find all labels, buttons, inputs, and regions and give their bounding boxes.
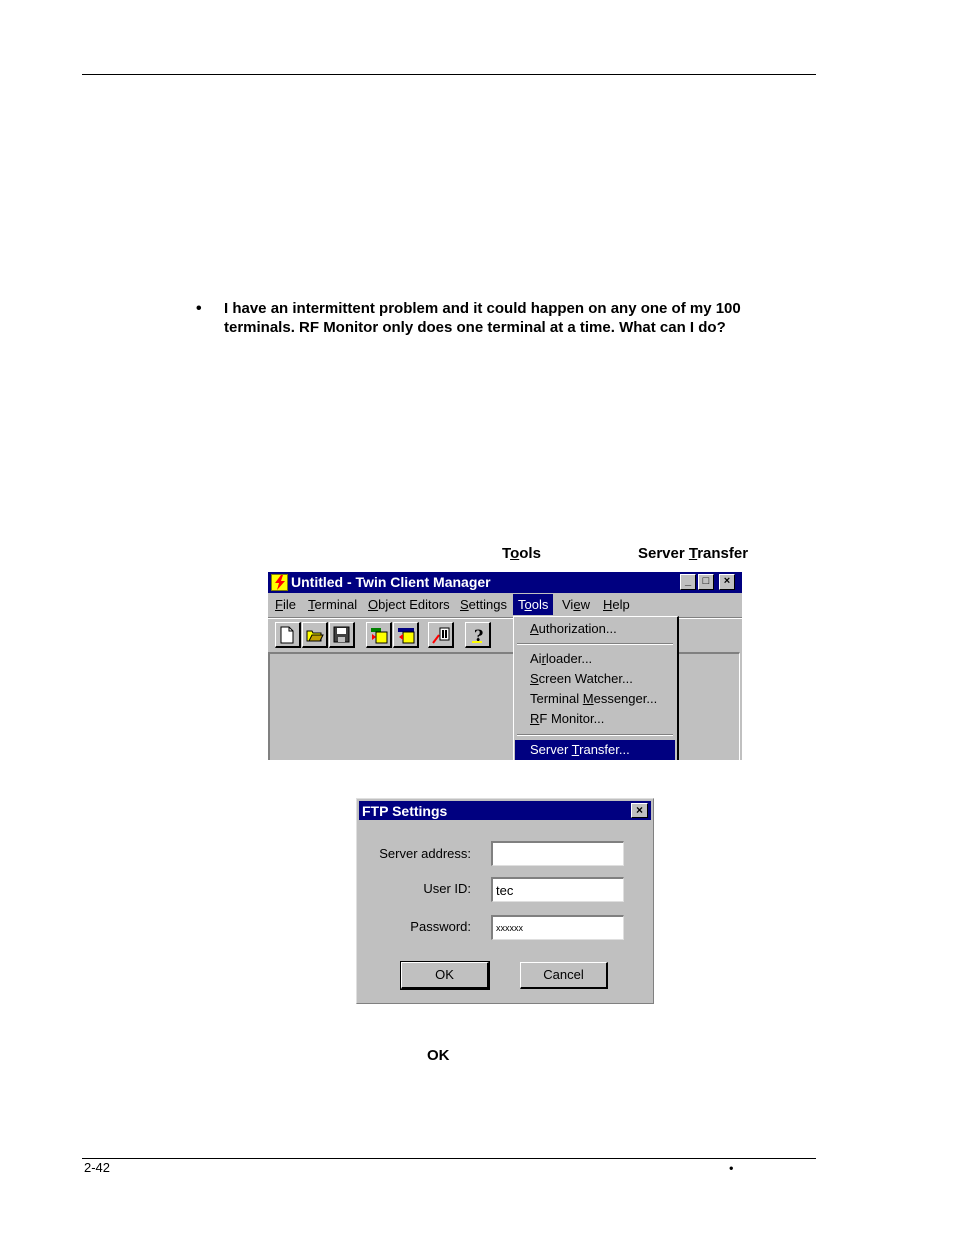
menu-separator bbox=[517, 643, 673, 645]
menu-file[interactable]: File bbox=[275, 597, 296, 612]
menu-item-terminal-messenger[interactable]: Terminal Messenger... bbox=[515, 689, 675, 709]
maximize-icon: □ bbox=[702, 575, 710, 587]
open-folder-icon bbox=[306, 630, 324, 642]
dialog-titlebar: FTP Settings × bbox=[359, 801, 651, 820]
menu-help[interactable]: Help bbox=[603, 597, 630, 612]
ok-label: OK bbox=[427, 1047, 450, 1064]
cancel-button[interactable]: Cancel bbox=[520, 962, 608, 989]
maximize-button[interactable]: □ bbox=[698, 574, 714, 590]
password-input[interactable] bbox=[491, 915, 624, 940]
page-number: 2-42 bbox=[84, 1160, 111, 1175]
ftp-settings-dialog: FTP Settings × Server address: User ID: … bbox=[356, 798, 654, 1004]
dialog-close-button[interactable]: × bbox=[631, 803, 648, 818]
tools-label: Tools bbox=[502, 545, 541, 562]
user-id-label: User ID: bbox=[423, 881, 471, 896]
menu-item-server-transfer[interactable]: Server Transfer... bbox=[515, 740, 675, 760]
close-button[interactable]: × bbox=[719, 574, 735, 590]
help-question-icon: ? bbox=[472, 626, 483, 644]
menu-terminal[interactable]: Terminal bbox=[308, 597, 357, 612]
new-file-icon bbox=[280, 626, 294, 644]
menu-separator bbox=[517, 734, 673, 736]
close-icon: × bbox=[723, 575, 731, 587]
bullet-question: I have an intermittent problem and it co… bbox=[224, 300, 741, 336]
server-address-input[interactable] bbox=[491, 841, 624, 866]
minimize-button[interactable]: _ bbox=[680, 574, 696, 590]
receive-terminal-button[interactable] bbox=[393, 622, 419, 648]
save-disk-icon bbox=[333, 626, 350, 643]
menu-item-airloader[interactable]: Airloader... bbox=[515, 649, 675, 669]
send-terminal-button[interactable] bbox=[366, 622, 392, 648]
footer-mark: • bbox=[729, 1161, 734, 1175]
barcode-pen-icon bbox=[432, 627, 450, 644]
help-button[interactable]: ? bbox=[465, 622, 491, 648]
server-address-label: Server address: bbox=[379, 846, 471, 861]
close-icon: × bbox=[635, 803, 643, 817]
menu-bar: File Terminal Object Editors Settings To… bbox=[268, 594, 742, 616]
window-title: Untitled - Twin Client Manager bbox=[291, 574, 491, 590]
save-button[interactable] bbox=[329, 622, 355, 648]
ok-button[interactable]: OK bbox=[400, 961, 490, 990]
object-editor-button[interactable] bbox=[428, 622, 454, 648]
open-folder-button[interactable] bbox=[302, 622, 328, 648]
new-file-button[interactable] bbox=[275, 622, 301, 648]
menu-item-rf-monitor[interactable]: RF Monitor... bbox=[515, 709, 675, 729]
terminal-download-icon bbox=[371, 628, 388, 644]
twin-client-manager-window: Untitled - Twin Client Manager _ □ × Fil… bbox=[268, 572, 742, 760]
menu-object-editors[interactable]: Object Editors bbox=[368, 597, 450, 612]
menu-item-authorization[interactable]: Authorization... bbox=[515, 619, 675, 639]
server-transfer-label: Server Transfer bbox=[638, 545, 749, 562]
minimize-icon: _ bbox=[684, 575, 692, 587]
menu-item-screen-watcher[interactable]: Screen Watcher... bbox=[515, 669, 675, 689]
tools-dropdown-menu: Authorization... Airloader... Screen Wat… bbox=[513, 616, 679, 760]
menu-settings[interactable]: Settings bbox=[460, 597, 507, 612]
user-id-input[interactable] bbox=[491, 877, 624, 902]
header-rule bbox=[82, 74, 816, 75]
bullet-marker: • bbox=[196, 300, 202, 317]
menu-tools[interactable]: Tools bbox=[513, 594, 554, 615]
dialog-title: FTP Settings bbox=[362, 803, 448, 819]
lightning-icon bbox=[271, 574, 288, 591]
window-titlebar: Untitled - Twin Client Manager _ □ × bbox=[268, 572, 742, 593]
menu-view[interactable]: View bbox=[562, 597, 590, 612]
footer-rule bbox=[82, 1158, 816, 1159]
terminal-upload-icon bbox=[398, 628, 415, 644]
password-label: Password: bbox=[410, 919, 471, 934]
